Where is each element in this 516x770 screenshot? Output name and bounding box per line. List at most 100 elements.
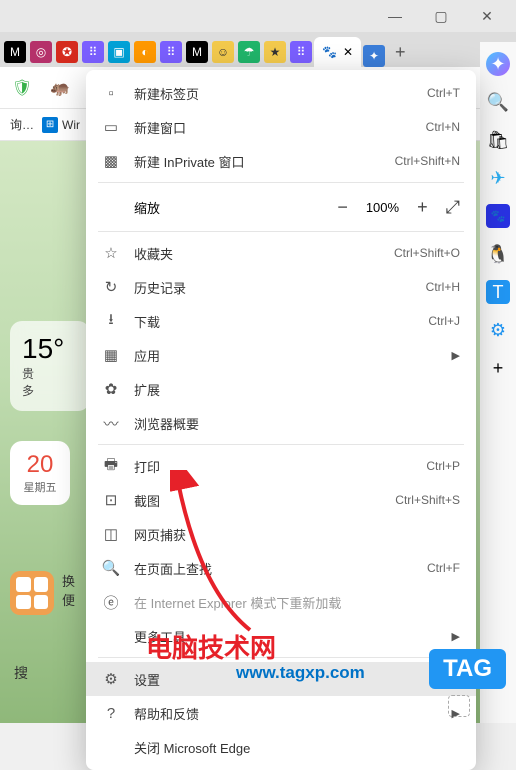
pulse-icon: 〰 [102, 413, 120, 434]
tab-icons: M ◎ ✪ ⠿ ▣ ◐ ⠿ M ☺ ☂ ★ ⠿ [4, 41, 312, 67]
tab-strip: M ◎ ✪ ⠿ ▣ ◐ ⠿ M ☺ ☂ ★ ⠿ 🐾 ✕ ✦ + [0, 32, 516, 67]
menu-apps[interactable]: ▦ 应用 ▶ [86, 338, 476, 372]
add-sidebar-icon[interactable]: + [486, 356, 510, 380]
shortcut: Ctrl+Shift+O [394, 246, 460, 260]
shortcut: Ctrl+Shift+N [395, 154, 460, 168]
temperature: 15° [22, 333, 78, 365]
help-icon: ? [102, 705, 120, 722]
print-icon: 🖶 [102, 454, 120, 479]
tab-icon[interactable]: ★ [264, 41, 286, 63]
history-icon: ↻ [102, 278, 120, 296]
tab-icon[interactable]: ◎ [30, 41, 52, 63]
date-weekday: 星期五 [20, 479, 60, 495]
menu-separator [98, 444, 464, 445]
tab-icon[interactable]: M [4, 41, 26, 63]
tab-icon[interactable]: ☂ [238, 41, 260, 63]
app-tiles: 换 便 [10, 571, 75, 615]
tab-icon[interactable]: ☺ [212, 41, 234, 63]
find-icon: 🔍 [102, 559, 120, 577]
menu-new-window[interactable]: ▭ 新建窗口 Ctrl+N [86, 110, 476, 144]
city-more: 多 [22, 382, 78, 399]
star-icon: ☆ [102, 244, 120, 262]
date-number: 20 [20, 451, 60, 479]
menu-web-capture[interactable]: ◫ 网页捕获 [86, 517, 476, 551]
screenshot-icon: ⊡ [102, 491, 120, 509]
zoom-value: 100% [366, 200, 399, 215]
capture-icon: ◫ [102, 525, 120, 543]
menu-help[interactable]: ? 帮助和反馈 ▶ [86, 696, 476, 730]
app-icon[interactable]: T [486, 280, 510, 304]
extension-icon: ✿ [102, 380, 120, 398]
shortcut: Ctrl+Shift+S [395, 493, 460, 507]
bookmark-item[interactable]: 询… [10, 116, 34, 133]
shield-icon[interactable]: 🛡 [8, 74, 36, 102]
menu-new-tab[interactable]: ▫ 新建标签页 Ctrl+T [86, 76, 476, 110]
window-minimize-button[interactable]: — [374, 2, 416, 30]
tab-icon[interactable]: ⠿ [82, 41, 104, 63]
chevron-right-icon: ▶ [452, 349, 460, 362]
search-icon[interactable]: 🔍 [486, 90, 510, 114]
zoom-in-button[interactable]: + [417, 197, 428, 218]
zoom-label: 缩放 [134, 198, 160, 217]
menu-settings[interactable]: ⚙ 设置 [86, 662, 476, 696]
window-icon: ▭ [102, 118, 120, 136]
zoom-out-button[interactable]: − [337, 197, 348, 218]
shortcut: Ctrl+H [426, 280, 460, 294]
inprivate-icon: ▩ [102, 152, 120, 170]
ie-icon: ⓔ [102, 592, 120, 613]
chevron-right-icon: ▶ [452, 630, 460, 643]
new-tab-button[interactable]: + [387, 38, 414, 67]
menu-favorites[interactable]: ☆ 收藏夹 Ctrl+Shift+O [86, 236, 476, 270]
qq-icon[interactable]: 🐧 [486, 242, 510, 266]
weather-widget[interactable]: 15° 贵 多 [10, 321, 90, 411]
hippo-icon[interactable]: 🦛 [46, 74, 74, 102]
fullscreen-icon[interactable]: ⤢ [446, 197, 460, 218]
new-tab-icon: ▫ [102, 85, 120, 102]
menu-separator [98, 182, 464, 183]
menu-downloads[interactable]: ⭳ 下载 Ctrl+J [86, 304, 476, 338]
tab-icon[interactable]: ▣ [108, 41, 130, 63]
menu-find[interactable]: 🔍 在页面上查找 Ctrl+F [86, 551, 476, 585]
tile-apps-icon[interactable] [10, 571, 54, 615]
shortcut: Ctrl+P [426, 459, 460, 473]
menu-extensions[interactable]: ✿ 扩展 [86, 372, 476, 406]
menu-screenshot[interactable]: ⊡ 截图 Ctrl+Shift+S [86, 483, 476, 517]
active-tab[interactable]: 🐾 ✕ [314, 37, 361, 67]
shopping-icon[interactable]: 🛍 [486, 128, 510, 152]
window-maximize-button[interactable]: ▢ [420, 2, 462, 30]
search-hint: 搜 [14, 663, 28, 683]
baidu-icon[interactable]: 🐾 [486, 204, 510, 228]
menu-browser-essentials[interactable]: 〰 浏览器概要 [86, 406, 476, 440]
shortcut: Ctrl+J [428, 314, 460, 328]
settings-and-more-menu: ▫ 新建标签页 Ctrl+T ▭ 新建窗口 Ctrl+N ▩ 新建 InPriv… [86, 70, 476, 770]
telegram-icon[interactable]: ✈ [486, 166, 510, 190]
tab-icon[interactable]: ✦ [363, 45, 385, 67]
bookmark-item[interactable]: ⊞ Wir [42, 117, 80, 133]
menu-more-tools[interactable]: 更多工具 ▶ [86, 619, 476, 653]
tab-icon[interactable]: ⠿ [160, 41, 182, 63]
menu-separator [98, 231, 464, 232]
tab-icon[interactable]: ⠿ [290, 41, 312, 63]
menu-ie-mode: ⓔ 在 Internet Explorer 模式下重新加载 [86, 585, 476, 619]
window-titlebar: — ▢ ✕ [0, 0, 516, 32]
tab-icon[interactable]: ◐ [134, 41, 156, 63]
windows-icon: ⊞ [42, 117, 58, 133]
menu-print[interactable]: 🖶 打印 Ctrl+P [86, 449, 476, 483]
date-widget[interactable]: 20 星期五 [10, 441, 70, 505]
close-tab-icon[interactable]: ✕ [343, 45, 353, 59]
window-close-button[interactable]: ✕ [466, 2, 508, 30]
edge-sidebar: ✦ 🔍 🛍 ✈ 🐾 🐧 T ⚙ + [480, 42, 516, 723]
menu-new-inprivate[interactable]: ▩ 新建 InPrivate 窗口 Ctrl+Shift+N [86, 144, 476, 178]
tab-icon[interactable]: M [186, 41, 208, 63]
apps-icon: ▦ [102, 346, 120, 364]
paw-icon: 🐾 [322, 45, 337, 59]
tab-icon[interactable]: ✪ [56, 41, 78, 63]
menu-zoom: 缩放 − 100% + ⤢ [86, 187, 476, 227]
watermark-tag: TAG [429, 649, 506, 689]
copilot-icon[interactable]: ✦ [486, 52, 510, 76]
corner-marker [448, 695, 470, 717]
nodes-icon[interactable]: ⚙ [486, 318, 510, 342]
shortcut: Ctrl+T [427, 86, 460, 100]
menu-history[interactable]: ↻ 历史记录 Ctrl+H [86, 270, 476, 304]
menu-close-edge[interactable]: 关闭 Microsoft Edge [86, 730, 476, 764]
